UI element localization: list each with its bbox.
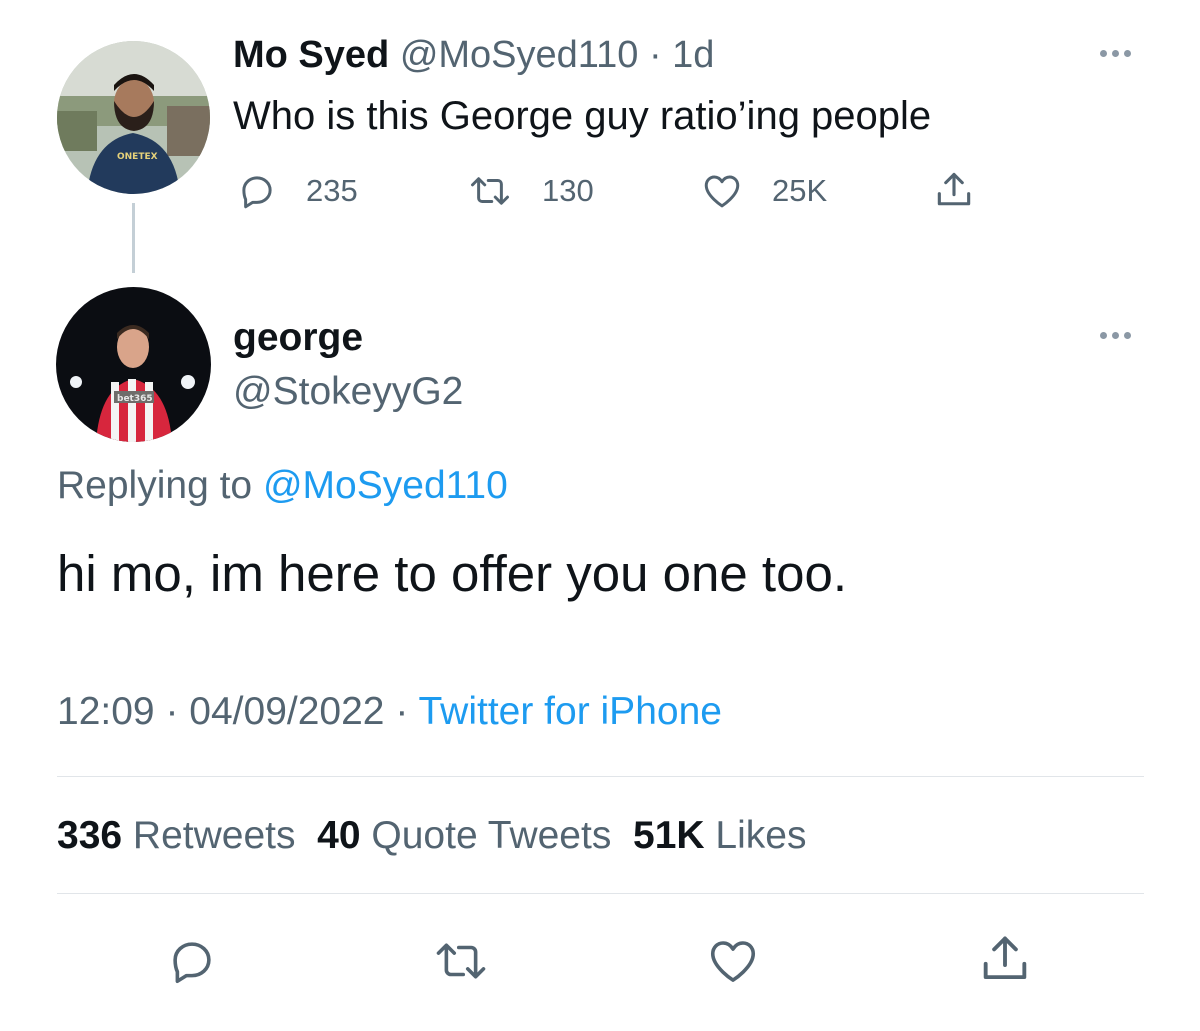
more-dot bbox=[1112, 50, 1119, 57]
tweet-time[interactable]: 12:09 bbox=[57, 690, 155, 733]
retweet-icon bbox=[436, 943, 486, 979]
stats-top-divider bbox=[57, 776, 1144, 777]
thread-connector-line bbox=[132, 203, 135, 273]
person-avatar-football-kit-icon: bet365 bbox=[56, 287, 211, 442]
stats-bottom-divider bbox=[57, 893, 1144, 894]
parent-more-menu[interactable] bbox=[1100, 50, 1131, 57]
shirt-sponsor-text: bet365 bbox=[117, 394, 153, 404]
parent-like-action[interactable]: 25K bbox=[700, 170, 827, 212]
quotes-label: Quote Tweets bbox=[371, 814, 612, 857]
reply-icon bbox=[173, 942, 211, 984]
replying-to-label: Replying to bbox=[57, 464, 253, 507]
retweet-icon bbox=[471, 177, 509, 205]
like-button[interactable] bbox=[704, 934, 762, 988]
parent-retweet-count: 130 bbox=[542, 173, 594, 208]
quotes-count: 40 bbox=[317, 814, 361, 857]
likes-label: Likes bbox=[715, 814, 807, 857]
more-dot bbox=[1124, 332, 1131, 339]
reply-button[interactable] bbox=[164, 934, 220, 988]
retweets-count: 336 bbox=[57, 814, 123, 857]
parent-time-ago[interactable]: 1d bbox=[672, 34, 714, 76]
more-dot bbox=[1112, 332, 1119, 339]
parent-share-action[interactable] bbox=[932, 168, 976, 212]
meta-separator: · bbox=[395, 690, 409, 733]
share-icon bbox=[983, 936, 1027, 980]
parent-author-avatar[interactable]: ONETEX bbox=[57, 41, 210, 194]
heart-icon bbox=[710, 941, 756, 982]
more-dot bbox=[1100, 332, 1107, 339]
reply-icon bbox=[242, 176, 272, 209]
parent-retweet-action[interactable]: 130 bbox=[466, 170, 594, 212]
meta-separator: · bbox=[165, 690, 179, 733]
likes-stat[interactable]: 51K Likes bbox=[633, 814, 806, 857]
likes-count: 51K bbox=[633, 814, 705, 857]
person-avatar-hoodie-icon: ONETEX bbox=[57, 41, 210, 194]
quotes-stat[interactable]: 40 Quote Tweets bbox=[317, 814, 611, 857]
parent-author-name[interactable]: Mo Syed bbox=[233, 34, 389, 76]
replying-to-handle[interactable]: @MoSyed110 bbox=[263, 464, 508, 507]
hoodie-text: ONETEX bbox=[117, 152, 158, 162]
retweet-button[interactable] bbox=[428, 934, 494, 988]
parent-author-handle[interactable]: @MoSyed110 bbox=[400, 34, 639, 76]
heart-icon bbox=[704, 175, 740, 208]
main-author-name[interactable]: george bbox=[233, 316, 363, 360]
engagement-stats: 336 Retweets 40 Quote Tweets 51K Likes bbox=[57, 814, 806, 858]
tweet-source[interactable]: Twitter for iPhone bbox=[418, 690, 721, 733]
parent-reply-action[interactable]: 235 bbox=[236, 170, 358, 212]
parent-like-count: 25K bbox=[772, 173, 828, 208]
share-icon bbox=[937, 172, 971, 206]
main-more-menu[interactable] bbox=[1100, 332, 1131, 339]
parent-tweet-header: Mo Syed @MoSyed110 · 1d bbox=[233, 34, 714, 77]
main-author-handle[interactable]: @StokeyyG2 bbox=[233, 370, 463, 414]
share-button[interactable] bbox=[976, 930, 1034, 988]
main-tweet-text: hi mo, im here to offer you one too. bbox=[57, 545, 848, 602]
retweets-stat[interactable]: 336 Retweets bbox=[57, 814, 296, 857]
more-dot bbox=[1124, 50, 1131, 57]
replying-to-line: Replying to @MoSyed110 bbox=[57, 464, 508, 508]
parent-reply-count: 235 bbox=[306, 173, 358, 208]
parent-tweet-text: Who is this George guy ratio’ing people bbox=[233, 94, 932, 138]
more-dot bbox=[1100, 50, 1107, 57]
header-separator: · bbox=[648, 34, 662, 76]
tweet-metadata: 12:09 · 04/09/2022 · Twitter for iPhone bbox=[57, 690, 722, 734]
main-author-avatar[interactable]: bet365 bbox=[56, 287, 211, 442]
retweets-label: Retweets bbox=[132, 814, 296, 857]
tweet-date[interactable]: 04/09/2022 bbox=[189, 690, 384, 733]
